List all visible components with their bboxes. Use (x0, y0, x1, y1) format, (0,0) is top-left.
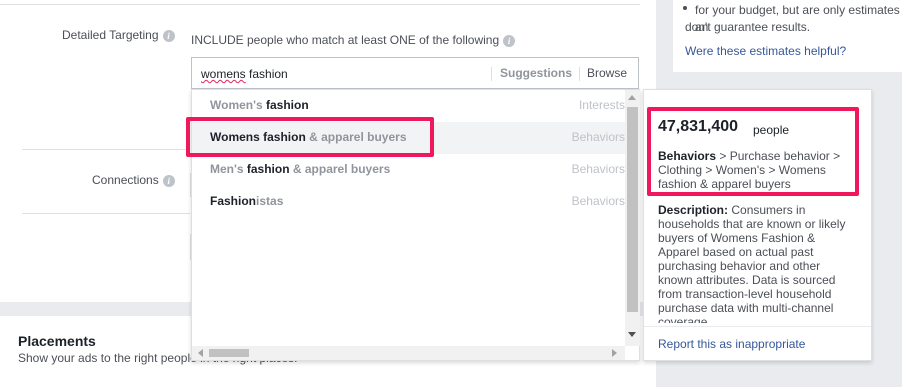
search-value-typo: womens (201, 67, 246, 81)
result-name-dim: Women's (210, 98, 266, 112)
info-icon[interactable]: i (162, 174, 175, 187)
detailed-targeting-text: Detailed Targeting (62, 28, 159, 42)
scroll-down-icon[interactable] (628, 332, 636, 337)
result-item[interactable]: Men's fashion & apparel buyers Behaviors (192, 154, 625, 186)
connections-text: Connections (92, 173, 159, 187)
result-name-match: Fashion (210, 194, 257, 208)
targeting-search-input[interactable]: womens fashion Suggestions Browse (191, 57, 639, 89)
info-icon[interactable]: i (162, 29, 175, 42)
scroll-thumb[interactable] (627, 107, 638, 312)
description-label: Description: (658, 203, 729, 217)
result-name-dim: istas (256, 194, 284, 208)
result-name-match: fashion (246, 162, 290, 176)
result-name: Women's fashion (210, 98, 309, 112)
divider (579, 67, 580, 81)
scroll-thumb[interactable] (209, 349, 249, 357)
result-type: Behaviors (571, 162, 625, 176)
result-name-dim: Men's (210, 162, 247, 176)
result-item[interactable]: Fashionistas Behaviors (192, 186, 625, 218)
report-inappropriate-link[interactable]: Report this as inappropriate (658, 337, 805, 351)
estimate-panel: for your budget, but are only estimates … (673, 0, 902, 72)
search-value-rest: fashion (245, 67, 288, 81)
scroll-left-icon[interactable] (198, 349, 203, 357)
divider (22, 213, 190, 214)
scroll-right-icon[interactable] (612, 349, 617, 357)
include-instruction: INCLUDE people who match at least ONE of… (191, 33, 516, 47)
description: Description: Consumers in households tha… (658, 203, 854, 323)
highlight-annotation (647, 107, 859, 196)
include-text: INCLUDE people who match at least ONE of… (191, 33, 500, 47)
result-name: Men's fashion & apparel buyers (210, 162, 390, 176)
result-name-dim: & apparel buyers (289, 162, 391, 176)
divider (491, 67, 492, 81)
browse-button[interactable]: Browse (587, 66, 627, 80)
bullet-icon (683, 6, 687, 10)
divider (0, 4, 640, 5)
vertical-scrollbar[interactable] (625, 90, 640, 346)
divider (644, 326, 871, 327)
description-text: Consumers in households that are known o… (658, 203, 846, 323)
divider (22, 149, 190, 150)
suggestions-button[interactable]: Suggestions (500, 66, 572, 80)
result-type: Behaviors (571, 130, 625, 144)
info-icon[interactable]: i (503, 34, 516, 47)
result-type: Behaviors (571, 194, 625, 208)
result-type: Interests (578, 98, 625, 112)
estimate-note-line2: don't guarantee results. (685, 20, 811, 34)
highlight-annotation (186, 117, 434, 157)
search-value: womens fashion (201, 67, 288, 81)
scroll-up-icon[interactable] (628, 95, 636, 100)
placements-title: Placements (18, 333, 96, 349)
result-name: Fashionistas (210, 194, 283, 208)
estimates-helpful-link[interactable]: Were these estimates helpful? (685, 44, 846, 58)
connections-label: Connections i (92, 173, 175, 187)
result-name-match: fashion (265, 98, 309, 112)
horizontal-scrollbar[interactable] (192, 346, 625, 360)
detailed-targeting-label: Detailed Targeting i (62, 28, 175, 42)
